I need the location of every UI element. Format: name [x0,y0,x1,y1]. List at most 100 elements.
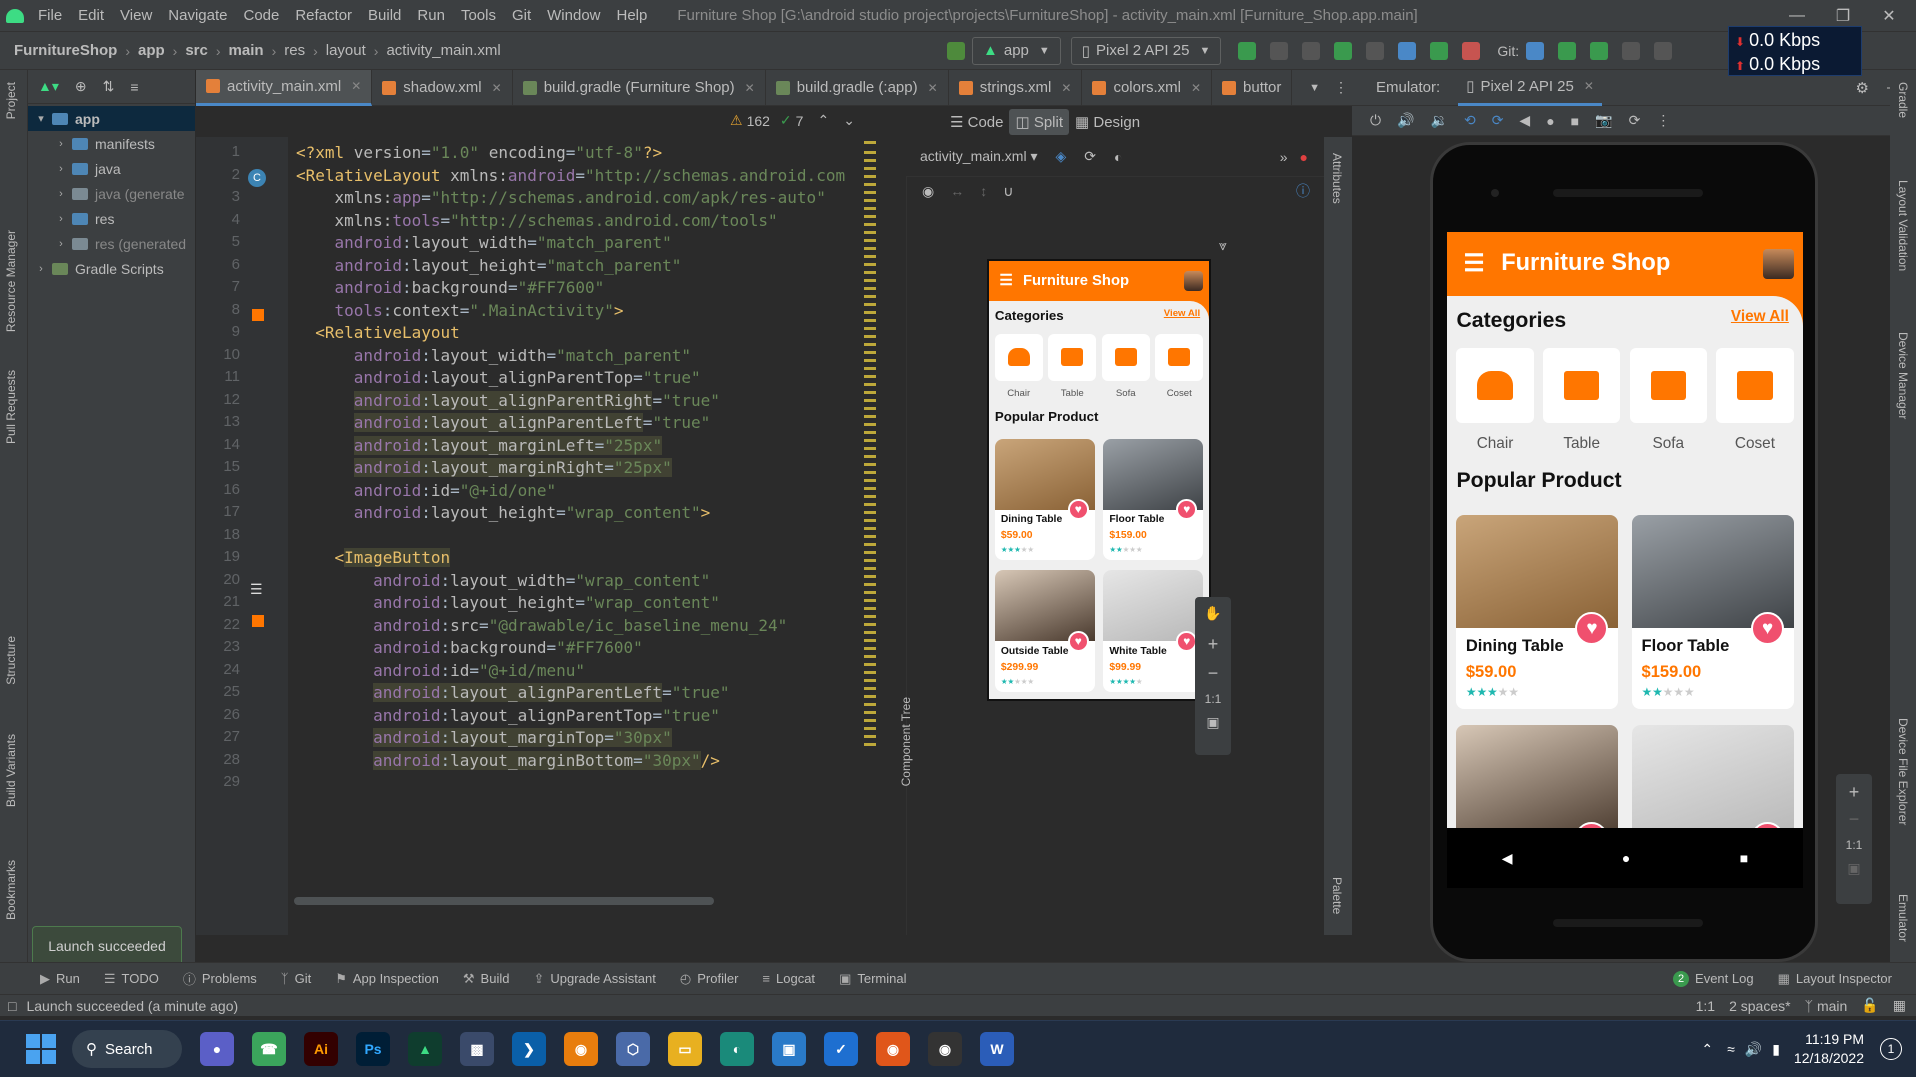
warning-marker[interactable] [864,191,876,194]
zoom-actual-button[interactable]: 1:1 [1195,692,1231,706]
warning-marker[interactable] [864,399,876,402]
tool-profiler[interactable]: ◴ Profiler [680,971,739,987]
eye-icon[interactable]: ◉ [922,183,934,200]
profile-avatar[interactable] [1762,248,1794,280]
teams-app-icon[interactable]: ● [200,1032,234,1066]
component-tree-tab[interactable]: Component Tree [899,697,913,786]
rotate-right-icon[interactable]: ⟳ [1492,112,1504,129]
category-table[interactable] [1048,333,1097,381]
warning-marker[interactable] [864,631,876,634]
git-commit-icon[interactable] [1558,41,1577,60]
pan-icon[interactable]: ✋ [1195,605,1231,622]
tool-todo[interactable]: ☰ TODO [104,971,159,987]
gradle-tab[interactable]: Gradle [1896,82,1910,118]
device-manager-icon[interactable] [1430,41,1449,60]
warning-marker[interactable] [864,207,876,210]
emulator-screen[interactable]: ☰ Furniture Shop Categories View All Chair Ta… [1447,232,1803,828]
previous-highlight-icon[interactable]: ⌃ [817,112,829,129]
memory-indicator-icon[interactable]: ▦ [1893,997,1906,1014]
git-branch[interactable]: main [1817,998,1847,1014]
taskbar-search[interactable]: ⚲ Search [72,1030,182,1068]
heart-icon[interactable]: ♥ [1176,499,1198,520]
warning-marker[interactable] [864,223,876,226]
bookmarks-tab[interactable]: Bookmarks [4,860,18,920]
product-card[interactable]: ♥White Table$99.99★★★★★ [1103,570,1204,692]
tree-item-app[interactable]: ▾ app [28,106,195,131]
category-chair[interactable] [1456,347,1534,424]
heart-icon[interactable]: ♥ [1067,630,1089,652]
zoom-in-icon[interactable]: + [1836,782,1872,803]
breadcrumb-item[interactable]: src [185,42,208,59]
zoom-actual-button[interactable]: 1:1 [1836,838,1872,852]
clock[interactable]: 11:19 PM 12/18/2022 [1794,1030,1864,1068]
android-view-icon[interactable]: ▲▾ [38,78,59,95]
tool-terminal[interactable]: ▣ Terminal [839,971,906,987]
menu-help[interactable]: Help [617,7,648,24]
expand-arrow-icon[interactable]: › [34,263,48,275]
warning-marker[interactable] [864,327,876,330]
color-swatch-icon[interactable] [252,615,264,627]
warning-marker[interactable] [864,711,876,714]
warning-marker[interactable] [864,215,876,218]
product-card[interactable]: ♥Outside Table$299.99★★★★★ [1456,725,1618,828]
warning-marker[interactable] [864,255,876,258]
warning-marker[interactable] [864,351,876,354]
camera-icon[interactable]: 📷 [1595,112,1612,129]
github-app-icon[interactable]: ◉ [928,1032,962,1066]
warning-marker[interactable] [864,615,876,618]
nav-back-icon[interactable]: ◀ [1502,850,1513,867]
more-icon[interactable]: ⋮ [1334,79,1348,96]
breadcrumb-item[interactable]: layout [326,42,366,59]
device-file-explorer-tab[interactable]: Device File Explorer [1896,718,1910,825]
layout-inspector-button[interactable]: ▦ Layout Inspector [1778,971,1892,987]
warning-marker[interactable] [864,271,876,274]
close-tab-icon[interactable]: ✕ [351,79,361,93]
vscode-app-icon[interactable]: ❯ [512,1032,546,1066]
warning-marker[interactable] [864,735,876,738]
warning-marker[interactable] [864,655,876,658]
warning-marker[interactable] [864,199,876,202]
warning-marker[interactable] [864,607,876,610]
code-line[interactable]: android:layout_marginBottom="30px"/> [296,747,720,774]
class-marker-icon[interactable]: C [248,169,266,187]
product-card[interactable]: ♥ Dining Table $59.00 ★★★★★ [994,438,1095,560]
emulator-tab[interactable]: Emulator [1896,894,1910,942]
volume-up-icon[interactable]: 🔊 [1397,112,1414,129]
warning-marker[interactable] [864,527,876,530]
close-tab-icon[interactable]: ✕ [1061,81,1071,95]
android-studio-app-icon[interactable]: ▲ [408,1032,442,1066]
warning-marker[interactable] [864,511,876,514]
hamburger-menu-icon[interactable]: ☰ [999,272,1012,289]
tray-chevron-icon[interactable]: ⌃ [1701,1041,1713,1058]
expand-all-icon[interactable]: ⇅ [103,78,115,95]
todo-app-icon[interactable]: ✓ [824,1032,858,1066]
menu-git[interactable]: Git [512,7,531,24]
vertical-arrows-icon[interactable]: ↕ [980,183,987,199]
battery-icon[interactable]: ▮ [1772,1041,1780,1058]
menu-refactor[interactable]: Refactor [295,7,352,24]
warning-marker[interactable] [864,535,876,538]
attach-debugger-icon[interactable] [1366,41,1385,60]
code-editor[interactable]: <?xml version="1.0" encoding="utf-8"?> <R… [288,137,878,935]
warning-marker[interactable] [864,151,876,154]
breadcrumb-item[interactable]: FurnitureShop [14,42,117,59]
close-tab-icon[interactable]: ✕ [1191,81,1201,95]
layout-validation-tab[interactable]: Layout Validation [1896,180,1910,271]
warning-marker[interactable] [864,519,876,522]
zoom-fit-icon[interactable]: ▣ [1195,714,1231,731]
split-view-button[interactable]: ◫ Split [1009,109,1070,135]
profiler-icon[interactable] [1398,41,1417,60]
warning-marker[interactable] [864,727,876,730]
warning-marker[interactable] [864,663,876,666]
zoom-out-icon[interactable]: − [1195,663,1231,684]
tool-logcat[interactable]: ≡ Logcat [762,971,815,986]
warning-marker[interactable] [864,167,876,170]
code-line[interactable]: android:layout_height="wrap_content"> [296,499,710,526]
build-variants-tab[interactable]: Build Variants [4,734,18,807]
warning-marker[interactable] [864,279,876,282]
run-icon[interactable] [1238,41,1257,60]
locate-icon[interactable]: ⊕ [75,78,87,95]
git-update-icon[interactable] [1526,41,1545,60]
palette-tab[interactable]: Palette [1330,877,1344,914]
layout-preview[interactable]: ☰ Furniture Shop Categories View All Chair Ta… [987,259,1211,701]
